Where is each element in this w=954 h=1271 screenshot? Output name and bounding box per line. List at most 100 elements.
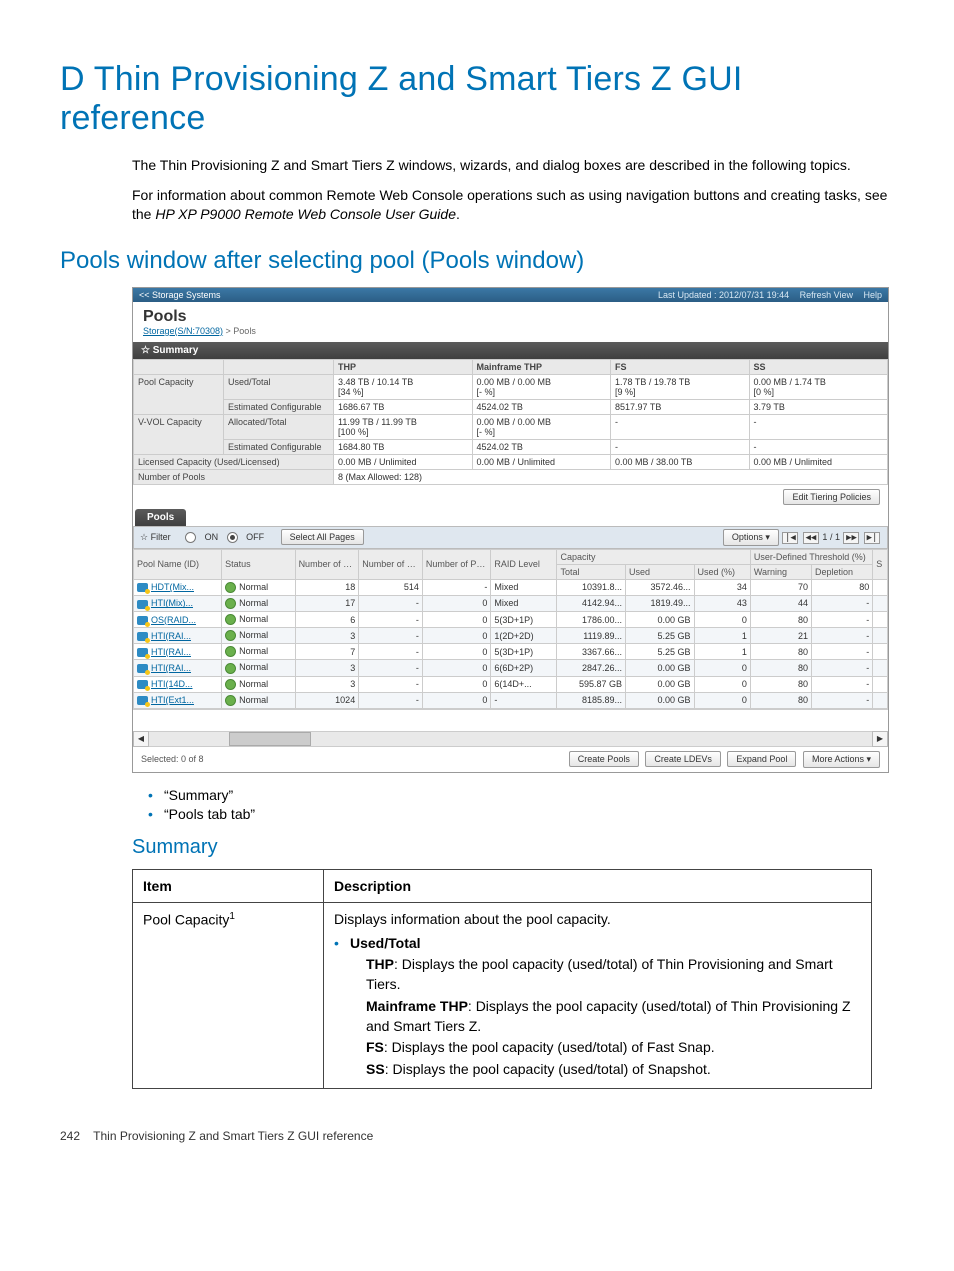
pool-link[interactable]: OS(RAID... [151, 615, 196, 625]
col-ss: SS [749, 359, 888, 374]
row-estimated-configurable: Estimated Configurable [224, 399, 334, 414]
ref-summary[interactable]: “Summary” [148, 787, 894, 803]
pager-prev-button[interactable]: ◀◀ [803, 532, 819, 544]
col-user-defined-threshold: User-Defined Threshold (%) [750, 549, 872, 564]
col-mainframe-thp: Mainframe THP [472, 359, 611, 374]
pool-icon [137, 583, 148, 592]
table-row[interactable]: HDT(Mix...Normal18514-Mixed10391.8...357… [134, 579, 888, 595]
page-footer-text: Thin Provisioning Z and Smart Tiers Z GU… [93, 1129, 373, 1143]
row-used-total: Used/Total [224, 374, 334, 399]
pool-icon [137, 696, 148, 705]
col-pool-name[interactable]: Pool Name (ID) [134, 549, 222, 579]
pool-link[interactable]: HTI(RAI... [151, 647, 191, 657]
row-vvol-capacity: V-VOL Capacity [134, 414, 224, 454]
intro-para-2: For information about common Remote Web … [132, 186, 894, 225]
pool-link[interactable]: HTI(Mix)... [151, 598, 193, 608]
create-pools-button[interactable]: Create Pools [569, 751, 639, 767]
pool-icon [137, 600, 148, 609]
pager-of: / 1 [830, 532, 840, 542]
row-number-of-pools: Number of Pools [134, 469, 334, 484]
pool-link[interactable]: HDT(Mix... [151, 582, 194, 592]
status-icon [225, 630, 236, 641]
options-button[interactable]: Options ▾ [723, 529, 779, 546]
row-pool-capacity-item: Pool Capacity1 [133, 902, 324, 1088]
table-row[interactable]: OS(RAID...Normal6-05(3D+1P)1786.00...0.0… [134, 612, 888, 628]
pool-link[interactable]: HTI(RAI... [151, 663, 191, 673]
appendix-title: D Thin Provisioning Z and Smart Tiers Z … [60, 60, 894, 138]
col-total[interactable]: Total [557, 564, 626, 579]
pool-icon [137, 680, 148, 689]
table-row[interactable]: HTI(RAI...Normal3-01(2D+2D)1119.89...5.2… [134, 628, 888, 644]
more-actions-button[interactable]: More Actions ▾ [803, 751, 880, 768]
col-s[interactable]: S [873, 549, 888, 579]
filter-label: Filter [151, 532, 171, 542]
pool-icon [137, 616, 148, 625]
tab-pools[interactable]: Pools [135, 509, 186, 526]
status-icon [225, 646, 236, 657]
section-pools-window: Pools window after selecting pool (Pools… [60, 247, 894, 275]
col-pool-vols[interactable]: Number of Pool VOLs [295, 549, 359, 579]
col-thp: THP [334, 359, 473, 374]
page-number: 242 [60, 1129, 80, 1143]
subheading-summary: Summary [132, 836, 894, 859]
filter-on-radio[interactable] [185, 532, 196, 543]
pools-title: Pools [133, 302, 888, 326]
col-description: Description [324, 869, 872, 902]
intro-para-2-guide: HP XP P9000 Remote Web Console User Guid… [155, 206, 456, 222]
ref-pools-tab[interactable]: “Pools tab tab” [148, 806, 894, 822]
pool-link[interactable]: HTI(RAI... [151, 631, 191, 641]
col-used-pct[interactable]: Used (%) [694, 564, 750, 579]
table-row[interactable]: HTI(14D...Normal3-06(14D+...595.87 GB0.0… [134, 676, 888, 692]
pool-link[interactable]: HTI(Ext1... [151, 695, 194, 705]
col-vvols[interactable]: Number of V-VOLs [359, 549, 423, 579]
edit-tiering-policies-button[interactable]: Edit Tiering Policies [783, 489, 880, 505]
selected-count: Selected: 0 of 8 [141, 754, 204, 764]
pager-last-button[interactable]: ▶| [864, 532, 880, 544]
breadcrumb-sep: > Pools [223, 326, 256, 336]
row-allocated-total: Allocated/Total [224, 414, 334, 439]
create-ldevs-button[interactable]: Create LDEVs [645, 751, 721, 767]
col-primary-vols[interactable]: Number of Primary VOLs [422, 549, 491, 579]
col-fs: FS [611, 359, 750, 374]
breadcrumb-storage[interactable]: Storage(S/N:70308) [143, 326, 223, 336]
expand-pool-button[interactable]: Expand Pool [727, 751, 796, 767]
table-row[interactable]: HTI(RAI...Normal3-06(6D+2P)2847.26...0.0… [134, 660, 888, 676]
last-updated: Last Updated : 2012/07/31 19:44 [658, 290, 789, 300]
status-icon [225, 598, 236, 609]
page-footer: 242 Thin Provisioning Z and Smart Tiers … [60, 1129, 894, 1143]
reference-list: “Summary” “Pools tab tab” [148, 787, 894, 822]
table-row[interactable]: HTI(Mix)...Normal17-0Mixed4142.94...1819… [134, 595, 888, 611]
summary-header[interactable]: Summary [133, 342, 888, 359]
pool-link[interactable]: HTI(14D... [151, 679, 193, 689]
row-pool-capacity-desc: Displays information about the pool capa… [324, 902, 872, 1088]
summary-table: THP Mainframe THP FS SS Pool Capacity Us… [133, 359, 888, 485]
select-all-pages-button[interactable]: Select All Pages [281, 529, 364, 545]
table-row[interactable]: HTI(RAI...Normal7-05(3D+1P)3367.66...5.2… [134, 644, 888, 660]
pager-current: 1 [822, 532, 827, 542]
scroll-thumb[interactable] [229, 732, 311, 746]
col-raid-level[interactable]: RAID Level [491, 549, 557, 579]
col-warning[interactable]: Warning [750, 564, 811, 579]
row-pool-capacity: Pool Capacity [134, 374, 224, 414]
filter-off-radio[interactable] [227, 532, 238, 543]
ss-footer: Selected: 0 of 8 Create Pools Create LDE… [133, 746, 888, 772]
pager-next-button[interactable]: ▶▶ [843, 532, 859, 544]
scroll-left-button[interactable]: ◀ [133, 731, 149, 747]
row-licensed-capacity: Licensed Capacity (Used/Licensed) [134, 454, 334, 469]
scroll-right-button[interactable]: ▶ [872, 731, 888, 747]
col-item: Item [133, 869, 324, 902]
col-depletion[interactable]: Depletion [812, 564, 873, 579]
help-link[interactable]: Help [863, 290, 882, 300]
intro-para-1: The Thin Provisioning Z and Smart Tiers … [132, 156, 894, 176]
table-row[interactable]: HTI(Ext1...Normal1024-0-8185.89...0.00 G… [134, 692, 888, 708]
status-icon [225, 614, 236, 625]
storage-systems-link[interactable]: << Storage Systems [139, 290, 221, 300]
col-capacity: Capacity [557, 549, 750, 564]
refresh-view-link[interactable]: Refresh View [800, 290, 853, 300]
pager-first-button[interactable]: |◀ [782, 532, 798, 544]
status-icon [225, 679, 236, 690]
table-scroll-area: ◀ ▶ [133, 709, 888, 746]
col-status[interactable]: Status [222, 549, 295, 579]
col-used[interactable]: Used [626, 564, 695, 579]
pool-icon [137, 632, 148, 641]
